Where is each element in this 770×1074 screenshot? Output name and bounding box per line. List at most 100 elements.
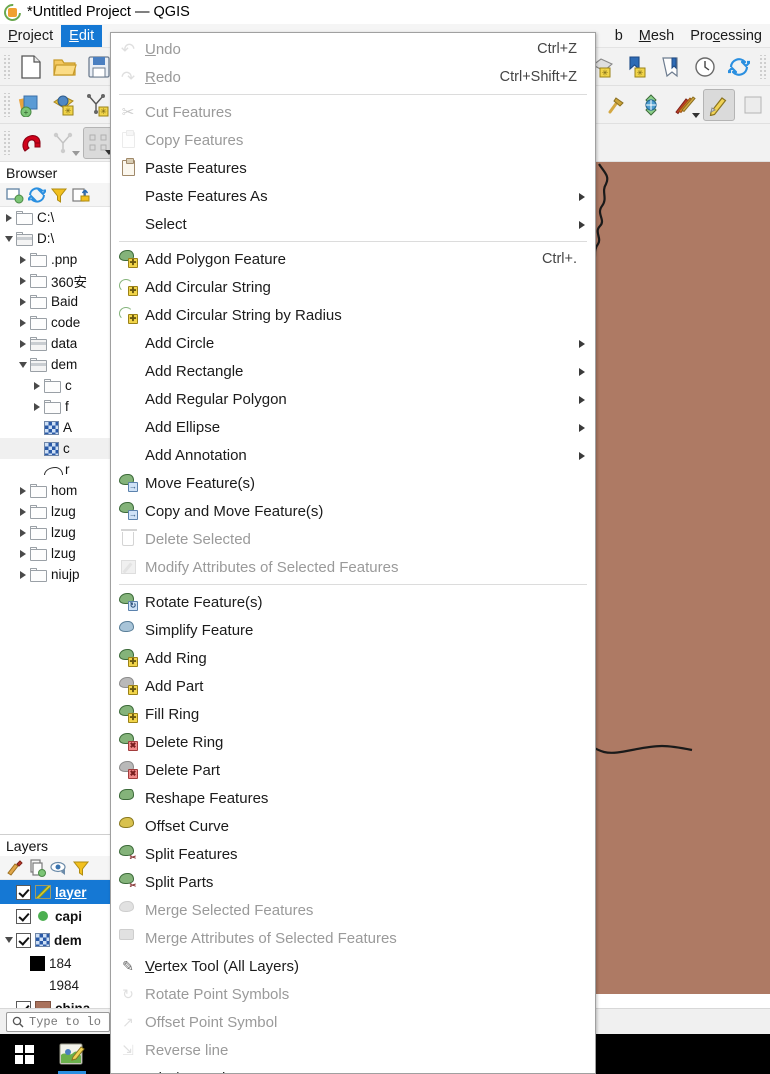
browser-tree-item[interactable]: c: [0, 438, 111, 459]
menu-item-delete-ring[interactable]: ✖Delete Ring: [111, 728, 595, 756]
browser-tree-item[interactable]: C:\: [0, 207, 111, 228]
menu-item-split-parts[interactable]: ✂Split Parts: [111, 868, 595, 896]
expand-arrow-icon[interactable]: [16, 312, 30, 333]
expand-arrow-icon[interactable]: [16, 270, 30, 291]
collapse-arrow-icon[interactable]: [16, 354, 30, 375]
collapse-arrow-icon[interactable]: [2, 930, 16, 951]
menu-item-add-ring[interactable]: ✚Add Ring: [111, 644, 595, 672]
menu-project[interactable]: Project: [0, 25, 61, 47]
browser-tree-item[interactable]: .pnp: [0, 249, 111, 270]
menu-item-add-circular-string-by-radius[interactable]: ✚Add Circular String by Radius: [111, 301, 595, 329]
expand-arrow-icon[interactable]: [16, 480, 30, 501]
expand-arrow-icon[interactable]: [16, 564, 30, 585]
layer-visibility-checkbox[interactable]: [16, 933, 31, 948]
toolbar-grip-2[interactable]: [3, 93, 11, 117]
open-project-icon[interactable]: [49, 51, 81, 83]
layer-list-item[interactable]: layer: [0, 880, 112, 904]
browser-tree-item[interactable]: Baid: [0, 291, 111, 312]
expand-arrow-icon[interactable]: [16, 249, 30, 270]
browser-tree-item[interactable]: f: [0, 396, 111, 417]
menu-item-move-feature-s[interactable]: →Move Feature(s): [111, 469, 595, 497]
new-spatialite-layer-icon[interactable]: [655, 51, 687, 83]
menu-item-trim-extend-feature[interactable]: ✚✖Trim/Extend Feature: [111, 1064, 595, 1074]
browser-tree-item[interactable]: lzug: [0, 501, 111, 522]
collapse-all-icon[interactable]: [72, 186, 90, 204]
layer-visibility-checkbox[interactable]: [16, 909, 31, 924]
browser-tree-item[interactable]: lzug: [0, 522, 111, 543]
layers-tree[interactable]: layercapidem1841984china: [0, 880, 112, 1020]
browser-tree-item[interactable]: niujp: [0, 564, 111, 585]
collapse-arrow-icon[interactable]: [2, 228, 16, 249]
menu-web[interactable]: b: [607, 25, 631, 47]
add-raster-layer-icon[interactable]: ✳: [49, 89, 81, 121]
menu-item-split-features[interactable]: ✂Split Features: [111, 840, 595, 868]
layer-legend-entry[interactable]: 184: [0, 952, 112, 974]
menu-mesh[interactable]: Mesh: [631, 25, 682, 47]
browser-tree-item[interactable]: A: [0, 417, 111, 438]
current-edits-icon[interactable]: [635, 89, 667, 121]
menu-item-reshape-features[interactable]: Reshape Features: [111, 784, 595, 812]
browser-tree-item[interactable]: code: [0, 312, 111, 333]
layer-list-item[interactable]: capi: [0, 904, 112, 928]
menu-item-copy-and-move-feature-s[interactable]: →Copy and Move Feature(s): [111, 497, 595, 525]
menu-item-add-circular-string[interactable]: ✚Add Circular String: [111, 273, 595, 301]
editing-more-icon[interactable]: [737, 89, 769, 121]
add-vector-layer-icon[interactable]: +: [15, 89, 47, 121]
browser-tree[interactable]: C:\D:\.pnp360安BaidcodedatademcfAcrhomlzu…: [0, 207, 111, 585]
expand-arrow-icon[interactable]: [2, 207, 16, 228]
toolbar-grip-3[interactable]: [3, 131, 11, 155]
menu-item-add-part[interactable]: ✚Add Part: [111, 672, 595, 700]
qgis-taskbar-icon[interactable]: [48, 1034, 96, 1074]
browser-tree-item[interactable]: D:\: [0, 228, 111, 249]
menu-item-add-circle[interactable]: Add Circle: [111, 329, 595, 357]
menu-item-add-polygon-feature[interactable]: ✚Add Polygon FeatureCtrl+.: [111, 245, 595, 273]
windows-start-icon[interactable]: [0, 1034, 48, 1074]
layer-legend-entry[interactable]: 1984: [0, 974, 112, 996]
menu-item-rotate-feature-s[interactable]: ↻Rotate Feature(s): [111, 588, 595, 616]
menu-item-paste-features-as[interactable]: Paste Features As: [111, 182, 595, 210]
refresh-icon[interactable]: [28, 186, 46, 204]
menu-processing[interactable]: Processing: [682, 25, 770, 47]
menu-item-add-annotation[interactable]: Add Annotation: [111, 441, 595, 469]
expand-arrow-icon[interactable]: [16, 333, 30, 354]
expand-arrow-icon[interactable]: [30, 396, 44, 417]
new-project-icon[interactable]: [15, 51, 47, 83]
expand-arrow-icon[interactable]: [16, 291, 30, 312]
menu-item-vertex-tool-all-layers[interactable]: ✎Vertex Tool (All Layers): [111, 952, 595, 980]
expand-arrow-icon[interactable]: [30, 375, 44, 396]
browser-tree-item[interactable]: 360安: [0, 270, 111, 291]
menu-item-fill-ring[interactable]: ✚Fill Ring: [111, 700, 595, 728]
add-group-icon[interactable]: [28, 859, 46, 877]
edit-menu-popup[interactable]: ↶UndoCtrl+Z↷RedoCtrl+Shift+Z✂Cut Feature…: [110, 32, 596, 1074]
menu-item-simplify-feature[interactable]: Simplify Feature: [111, 616, 595, 644]
current-edits-dropdown-icon[interactable]: [669, 89, 701, 121]
menu-item-offset-curve[interactable]: Offset Curve: [111, 812, 595, 840]
history-clock-icon[interactable]: [689, 51, 721, 83]
new-geopackage-layer-icon[interactable]: ✳: [621, 51, 653, 83]
menu-item-add-regular-polygon[interactable]: Add Regular Polygon: [111, 385, 595, 413]
browser-tree-item[interactable]: data: [0, 333, 111, 354]
menu-item-add-ellipse[interactable]: Add Ellipse: [111, 413, 595, 441]
open-layer-styling-icon[interactable]: [6, 859, 24, 877]
toggle-editing-icon[interactable]: [703, 89, 735, 121]
toolbar-grip-right[interactable]: [759, 55, 767, 79]
browser-tree-item[interactable]: c: [0, 375, 111, 396]
locator-search-box[interactable]: Type to lo: [6, 1012, 110, 1032]
filter-legend-icon[interactable]: [72, 859, 90, 877]
menu-edit[interactable]: Edit: [61, 25, 102, 47]
refresh-icon[interactable]: [723, 51, 755, 83]
add-selected-layers-icon[interactable]: [6, 186, 24, 204]
expand-arrow-icon[interactable]: [16, 522, 30, 543]
menu-item-paste-features[interactable]: Paste Features: [111, 154, 595, 182]
expand-arrow-icon[interactable]: [16, 543, 30, 564]
menu-item-add-rectangle[interactable]: Add Rectangle: [111, 357, 595, 385]
snapping-magnet-icon[interactable]: [15, 127, 47, 159]
menu-item-select[interactable]: Select: [111, 210, 595, 238]
topology-checker-icon[interactable]: [49, 127, 81, 159]
browser-tree-item[interactable]: dem: [0, 354, 111, 375]
browser-tree-item[interactable]: lzug: [0, 543, 111, 564]
toolbar-grip[interactable]: [3, 55, 11, 79]
manage-visibility-icon[interactable]: [50, 859, 68, 877]
filter-funnel-icon[interactable]: [50, 186, 68, 204]
browser-tree-item[interactable]: hom: [0, 480, 111, 501]
